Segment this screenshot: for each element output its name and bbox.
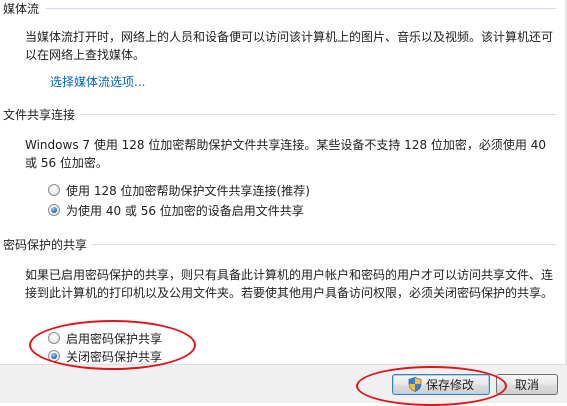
save-changes-label: 保存修改 [425, 378, 474, 392]
cancel-button[interactable]: 取消 [496, 374, 558, 395]
radio-label: 使用 128 位加密帮助保护文件共享连接(推荐) [66, 183, 310, 198]
media-section-title: 媒体流 [3, 2, 40, 16]
radio-option-40-56bit[interactable]: 为使用 40 或 56 位加密的设备启用文件共享 [48, 201, 304, 219]
dialog-footer: 保存修改 取消 [0, 364, 567, 403]
password-sharing-description: 如果已启用密码保护的共享，则只有具备此计算机的用户帐户和密码的用户才可以访问共享… [25, 268, 554, 300]
password-sharing-section-divider [92, 244, 556, 245]
radio-label: 启用密码保护共享 [66, 331, 163, 346]
radio-label: 为使用 40 或 56 位加密的设备启用文件共享 [66, 203, 304, 218]
radio-option-enable-password[interactable]: 启用密码保护共享 [48, 329, 162, 347]
media-description: 当媒体流打开时，网络上的人员和设备便可以访问该计算机上的图片、音乐以及视频。该计… [25, 30, 554, 62]
media-options-link[interactable]: 选择媒体流选项... [50, 73, 145, 90]
radio-button[interactable] [48, 332, 60, 344]
file-sharing-section-divider [80, 114, 556, 115]
radio-label: 关闭密码保护共享 [66, 349, 163, 364]
save-changes-button[interactable]: 保存修改 [392, 374, 490, 395]
radio-option-disable-password[interactable]: 关闭密码保护共享 [48, 347, 162, 365]
radio-button[interactable] [48, 350, 60, 362]
file-sharing-description: Windows 7 使用 128 位加密帮助保护文件共享连接。某些设备不支持 1… [25, 138, 546, 170]
uac-shield-icon [408, 377, 422, 392]
cancel-label: 取消 [514, 378, 539, 392]
file-sharing-section-title: 文件共享连接 [3, 108, 76, 122]
radio-option-128bit[interactable]: 使用 128 位加密帮助保护文件共享连接(推荐) [48, 181, 310, 199]
media-section-divider [46, 8, 556, 9]
radio-button[interactable] [48, 184, 60, 196]
password-sharing-section-title: 密码保护的共享 [3, 238, 88, 252]
radio-button[interactable] [48, 204, 60, 216]
